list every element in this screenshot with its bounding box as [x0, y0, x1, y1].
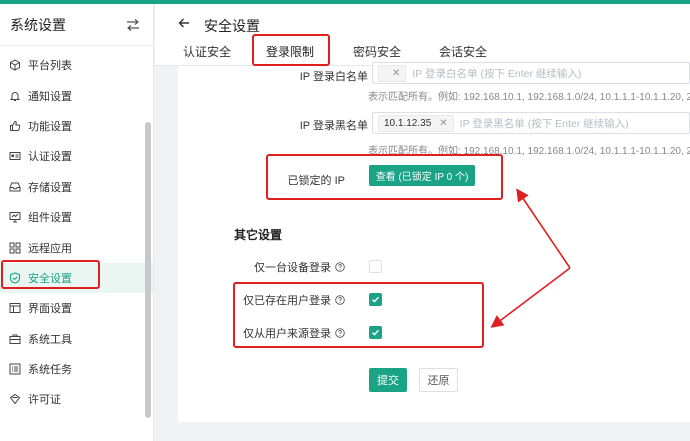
user-source-checkbox[interactable] [369, 326, 382, 339]
badge-icon [9, 393, 21, 405]
existing-user-checkbox[interactable] [369, 293, 382, 306]
sidebar-item-label: 系统工具 [28, 333, 72, 346]
sidebar-item-label: 通知设置 [28, 90, 72, 103]
blacklist-label: IP 登录黑名单 [299, 120, 368, 132]
blacklist-placeholder: IP 登录黑名单 (按下 Enter 继续输入) [459, 117, 629, 130]
whitelist-label: IP 登录白名单 [299, 71, 368, 83]
option-label-existing-user: 仅已存在用户登录 [243, 292, 345, 308]
whitelist-input[interactable]: ✕ IP 登录白名单 (按下 Enter 继续输入) [372, 62, 690, 84]
list-icon [9, 363, 21, 375]
tab-auth-security[interactable]: 认证安全 [183, 40, 231, 66]
question-circle-icon[interactable] [335, 262, 345, 275]
sidebar-item-label: 系统任务 [28, 364, 72, 377]
reset-button[interactable]: 还原 [419, 368, 458, 392]
settings-form: IP 登录白名单 ✕ IP 登录白名单 (按下 Enter 继续输入) 表示匹配… [178, 62, 690, 422]
tag-close-icon[interactable]: ✕ [439, 118, 447, 129]
submit-button[interactable]: 提交 [369, 368, 407, 392]
inbox-icon [9, 181, 21, 193]
single-device-checkbox[interactable] [369, 260, 382, 273]
id-card-icon [9, 150, 21, 162]
sidebar-item-storage[interactable]: 存储设置 [0, 172, 153, 202]
view-locked-ip-button[interactable]: 查看 (已锁定 IP 0 个) [369, 165, 475, 186]
bell-icon [9, 90, 21, 102]
locked-ip-label: 已锁定的 IP [287, 175, 345, 187]
sidebar-item-label: 界面设置 [28, 303, 72, 316]
thumb-icon [9, 120, 21, 132]
whitelist-tag[interactable]: ✕ [378, 64, 407, 82]
sidebar: 系统设置 平台列表 通知设置 功能设置 认证设置 存储设置 组件设置 远程应用 … [0, 4, 154, 441]
sidebar-item-features[interactable]: 功能设置 [0, 111, 153, 141]
tab-login-restriction[interactable]: 登录限制 [266, 40, 314, 66]
question-circle-icon[interactable] [335, 328, 345, 341]
checkmark-icon [372, 296, 380, 303]
sidebar-item-tasks[interactable]: 系统任务 [0, 354, 153, 384]
monitor-icon [9, 211, 21, 223]
sidebar-header: 系统设置 [0, 4, 153, 46]
sidebar-item-components[interactable]: 组件设置 [0, 202, 153, 232]
option-label-single-device: 仅一台设备登录 [254, 259, 345, 275]
sidebar-menu: 平台列表 通知设置 功能设置 认证设置 存储设置 组件设置 远程应用 安全设置 [0, 46, 153, 415]
blacklist-tag-text: 10.1.12.35 [384, 117, 432, 129]
sidebar-item-license[interactable]: 许可证 [0, 384, 153, 414]
sidebar-item-label: 认证设置 [28, 151, 72, 164]
sidebar-item-label: 安全设置 [28, 272, 72, 285]
page-title: 安全设置 [204, 18, 260, 34]
sidebar-item-label: 存储设置 [28, 181, 72, 194]
whitelist-placeholder: IP 登录白名单 (按下 Enter 继续输入) [412, 67, 582, 80]
option-label-user-source: 仅从用户来源登录 [243, 325, 345, 341]
sidebar-item-platform-list[interactable]: 平台列表 [0, 50, 153, 80]
sidebar-scrollbar[interactable] [145, 122, 151, 418]
sidebar-item-label: 功能设置 [28, 120, 72, 133]
apps-icon [9, 242, 21, 254]
sidebar-title: 系统设置 [10, 16, 66, 33]
collapse-toggle-icon[interactable] [125, 18, 141, 32]
sidebar-item-label: 平台列表 [28, 60, 72, 73]
question-circle-icon[interactable] [335, 295, 345, 308]
main-content: 安全设置 认证安全 登录限制 密码安全 会话安全 IP 登录白名单 ✕ IP 登… [155, 4, 690, 441]
toolbox-icon [9, 333, 21, 345]
back-arrow-icon[interactable] [177, 16, 191, 30]
whitelist-hint: 表示匹配所有。例如: 192.168.10.1, 192.168.1.0/24,… [368, 92, 690, 103]
sidebar-item-security[interactable]: 安全设置 [0, 262, 153, 294]
tag-close-icon[interactable]: ✕ [392, 68, 400, 79]
checkmark-icon [372, 329, 380, 336]
cube-icon [9, 59, 21, 71]
sidebar-item-tools[interactable]: 系统工具 [0, 324, 153, 354]
shield-icon [9, 272, 21, 284]
sidebar-item-remote-apps[interactable]: 远程应用 [0, 232, 153, 262]
blacklist-hint: 表示匹配所有。例如: 192.168.10.1, 192.168.1.0/24,… [368, 146, 690, 157]
sidebar-item-label: 许可证 [28, 394, 61, 407]
sidebar-item-auth[interactable]: 认证设置 [0, 141, 153, 171]
page-header: 安全设置 认证安全 登录限制 密码安全 会话安全 [155, 4, 690, 66]
sidebar-item-label: 组件设置 [28, 212, 72, 225]
sidebar-item-notification[interactable]: 通知设置 [0, 80, 153, 110]
blacklist-tag[interactable]: 10.1.12.35 ✕ [378, 114, 454, 132]
sidebar-item-interface[interactable]: 界面设置 [0, 293, 153, 323]
other-settings-title: 其它设置 [234, 228, 283, 242]
sidebar-item-label: 远程应用 [28, 242, 72, 255]
blacklist-input[interactable]: 10.1.12.35 ✕ IP 登录黑名单 (按下 Enter 继续输入) [372, 112, 690, 134]
layout-icon [9, 302, 21, 314]
